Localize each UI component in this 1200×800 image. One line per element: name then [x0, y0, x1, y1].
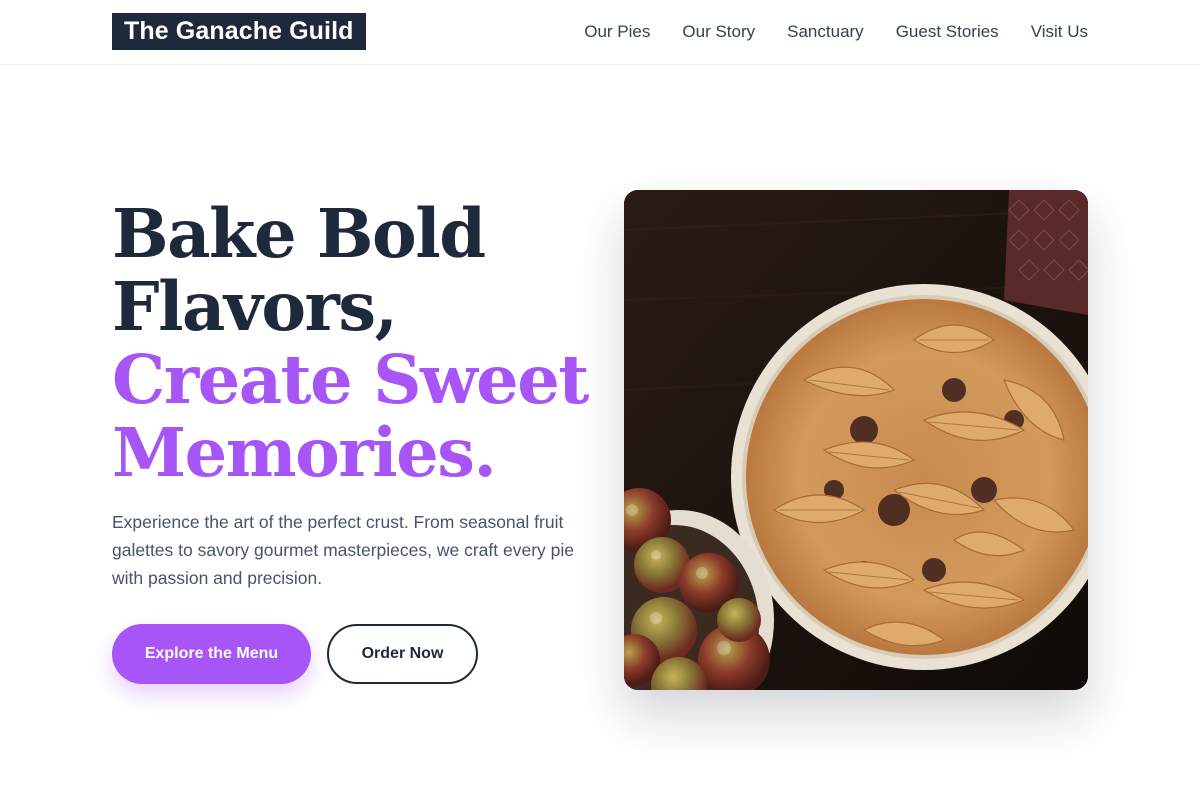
site-logo[interactable]: The Ganache Guild	[112, 13, 366, 50]
nav-link-sanctuary[interactable]: Sanctuary	[787, 22, 864, 42]
order-now-button[interactable]: Order Now	[327, 624, 478, 684]
nav-link-our-pies[interactable]: Our Pies	[584, 22, 650, 42]
hero-title-accent-line-2: Memories.	[112, 413, 497, 492]
hero-pie-image	[624, 190, 1088, 690]
hero-title-accent-line-1: Create Sweet	[112, 340, 589, 419]
explore-menu-button[interactable]: Explore the Menu	[112, 624, 311, 684]
hero-description: Experience the art of the perfect crust.…	[112, 512, 575, 588]
nav-link-our-story[interactable]: Our Story	[682, 22, 755, 42]
nav-link-guest-stories[interactable]: Guest Stories	[896, 22, 999, 42]
hero-title-line-1: Bake Bold	[112, 194, 486, 273]
site-header: The Ganache Guild Our Pies Our Story San…	[0, 0, 1200, 65]
hero-title: Bake Bold Flavors, Create Sweet Memories…	[112, 197, 602, 489]
nav-link-visit-us[interactable]: Visit Us	[1031, 22, 1088, 42]
hero-title-line-2: Flavors,	[112, 267, 398, 346]
main-nav: Our Pies Our Story Sanctuary Guest Stori…	[584, 0, 1088, 64]
